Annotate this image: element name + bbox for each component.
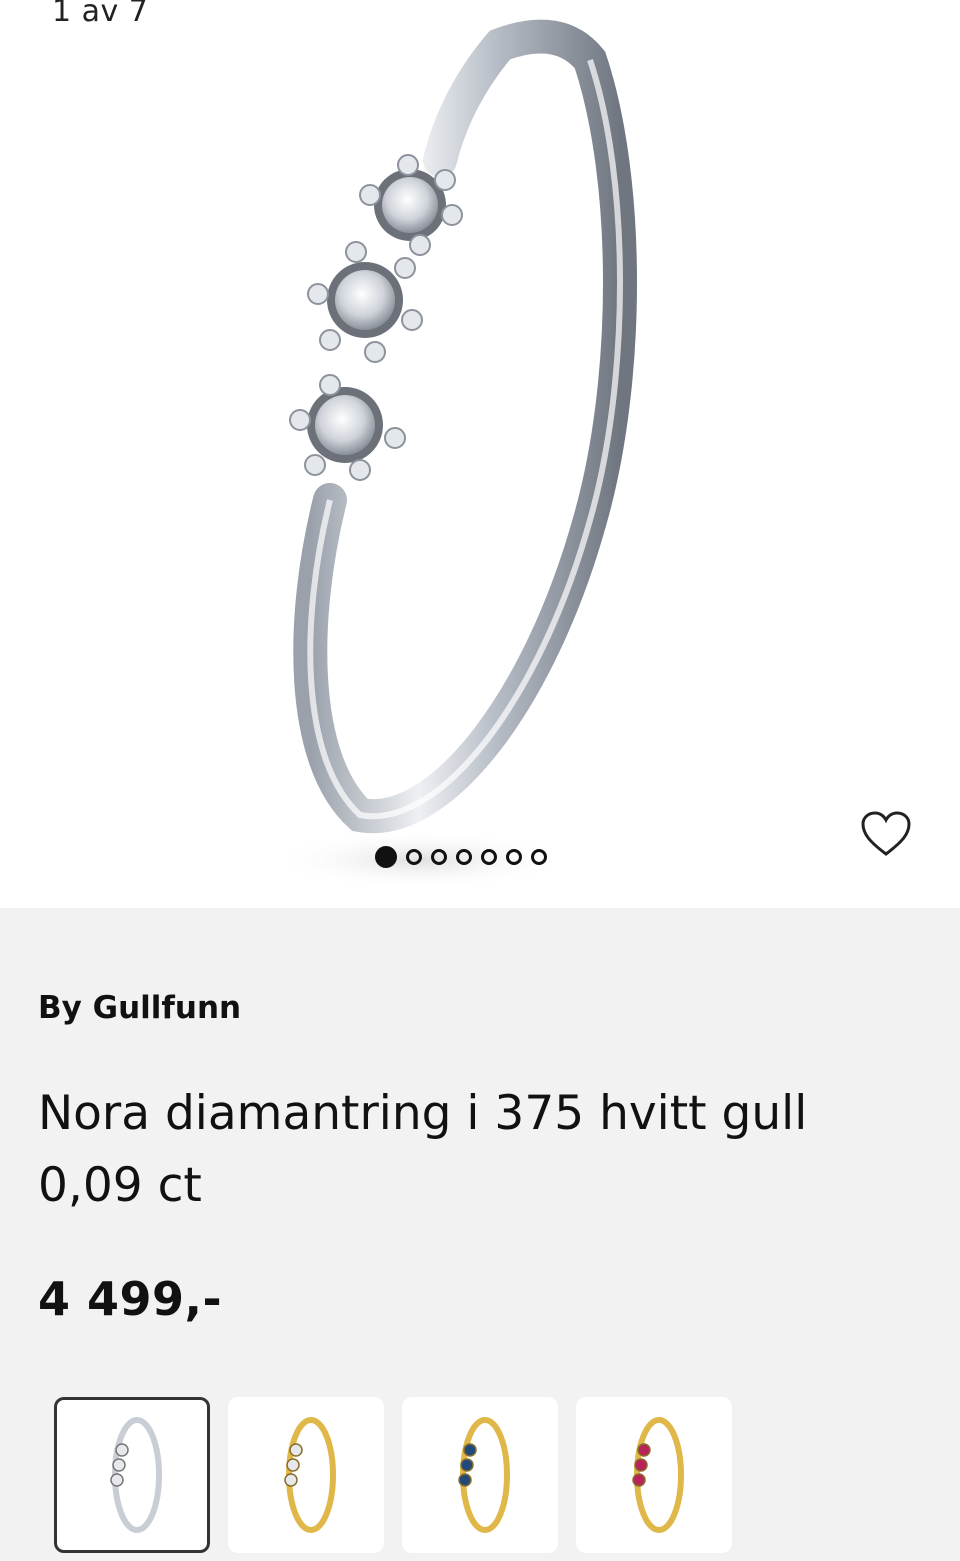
variant-ring-image: [284, 1417, 336, 1533]
product-image-gallery[interactable]: 1 av 7: [0, 0, 960, 908]
product-image-ring[interactable]: [0, 0, 960, 908]
product-price: 4 499,-: [38, 1272, 223, 1326]
variant-yellow-gold-ruby[interactable]: [576, 1397, 732, 1553]
variant-yellow-gold-diamond[interactable]: [228, 1397, 384, 1553]
variant-selector: [54, 1397, 732, 1553]
pagination-dot[interactable]: [406, 849, 422, 865]
variant-white-gold-diamond[interactable]: [54, 1397, 210, 1553]
variant-ring-image: [110, 1417, 162, 1533]
pagination-dot[interactable]: [431, 849, 447, 865]
pagination-dot[interactable]: [456, 849, 472, 865]
variant-yellow-gold-sapphire[interactable]: [402, 1397, 558, 1553]
pagination-dot[interactable]: [506, 849, 522, 865]
product-title: Nora diamantring i 375 hvitt gull 0,09 c…: [38, 1086, 808, 1213]
image-counter: 1 av 7: [52, 0, 149, 29]
gallery-pagination[interactable]: [375, 846, 547, 868]
heart-outline-icon[interactable]: [860, 810, 912, 858]
product-brand[interactable]: By Gullfunn: [38, 990, 241, 1026]
variant-ring-image: [458, 1417, 510, 1533]
pagination-dot[interactable]: [531, 849, 547, 865]
pagination-dot[interactable]: [481, 849, 497, 865]
variant-ring-image: [632, 1417, 684, 1533]
pagination-dot[interactable]: [375, 846, 397, 868]
